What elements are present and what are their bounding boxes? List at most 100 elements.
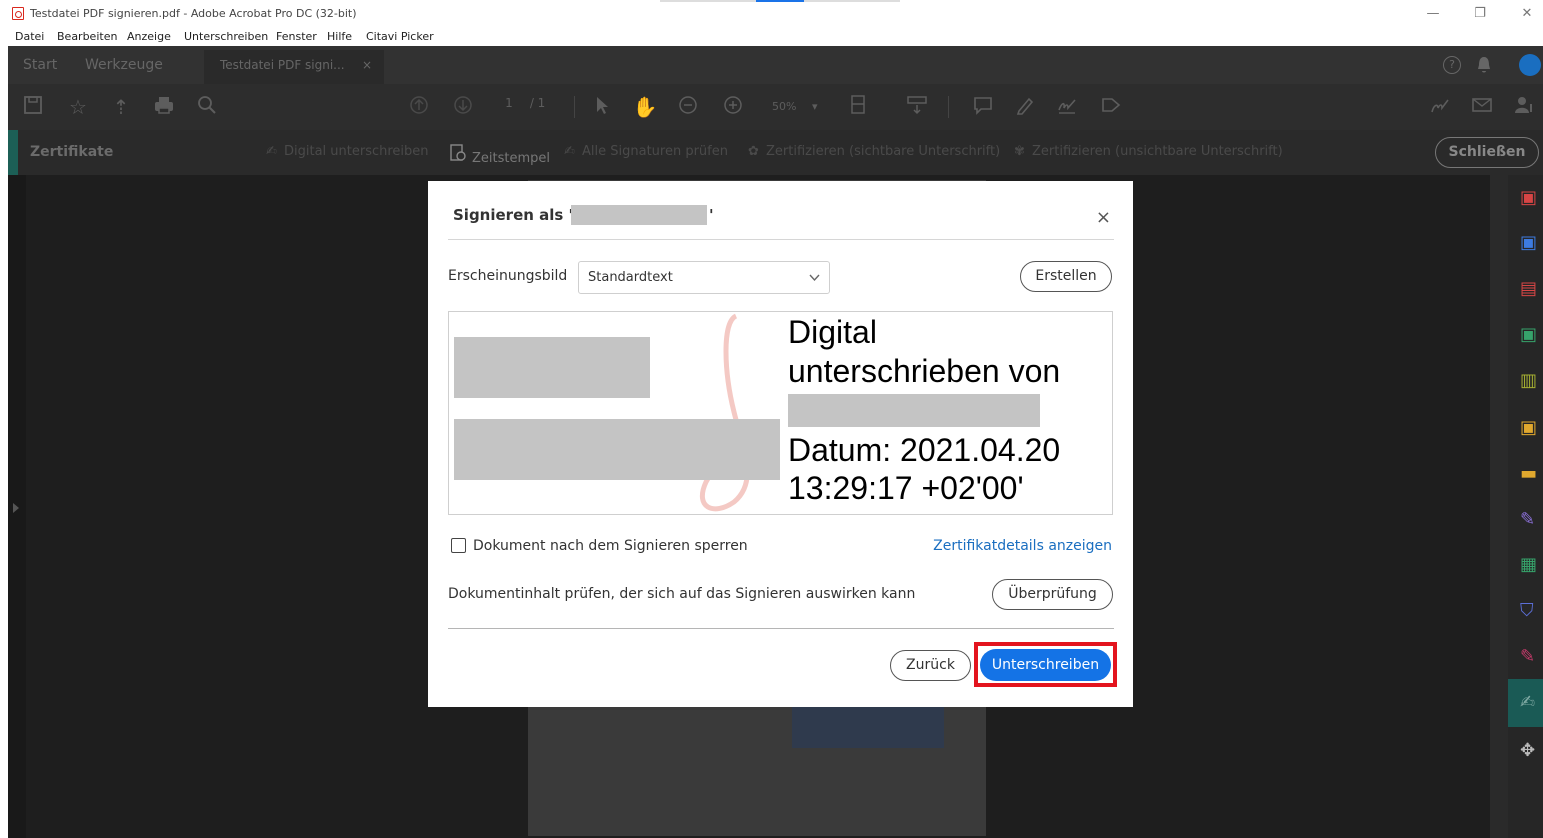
- preview-line-4: 13:29:17 +02'00': [788, 470, 1024, 506]
- share-users-icon[interactable]: [1426, 94, 1452, 120]
- upload-cloud-icon[interactable]: ⇡: [108, 94, 134, 120]
- page-indicator: 1 / 1: [498, 96, 545, 110]
- timestamp-icon: [450, 144, 468, 166]
- menu-bearbeiten[interactable]: Bearbeiten: [57, 30, 117, 43]
- more-tools-icon[interactable]: ✥: [1520, 740, 1542, 762]
- previous-page-icon[interactable]: [406, 94, 432, 120]
- redacted-signer-name: [571, 205, 707, 225]
- scan-ocr-icon[interactable]: ▥: [1520, 370, 1542, 392]
- menu-anzeige[interactable]: Anzeige: [127, 30, 171, 43]
- email-icon[interactable]: [1469, 94, 1495, 120]
- avatar[interactable]: [1519, 54, 1541, 76]
- redacted-signer-text: [788, 394, 1040, 427]
- edit-pdf-icon[interactable]: ▣: [1520, 417, 1542, 439]
- certify-visible-icon: ✿: [748, 144, 759, 159]
- sign-icon[interactable]: [1054, 94, 1080, 120]
- title-bar: Testdatei PDF signieren.pdf - Adobe Acro…: [0, 0, 1543, 28]
- menu-datei[interactable]: Datei: [15, 30, 44, 43]
- minimize-button[interactable]: —: [1418, 5, 1448, 23]
- certificates-label: Zertifikate: [30, 144, 114, 160]
- title-progress-indicator: [660, 0, 900, 2]
- digital-sign-button[interactable]: ✍ Digital unterschreiben: [266, 144, 429, 159]
- restore-button[interactable]: ❐: [1465, 5, 1495, 23]
- zoom-level-select[interactable]: 50% ▾: [766, 96, 828, 118]
- redacted-name-block: [454, 419, 780, 480]
- create-appearance-button[interactable]: Erstellen: [1020, 261, 1112, 292]
- expand-left-pane-icon[interactable]: [13, 503, 19, 513]
- window-title: Testdatei PDF signieren.pdf - Adobe Acro…: [30, 7, 357, 20]
- combine-files-icon[interactable]: ▣: [1520, 324, 1542, 346]
- menu-unterschreiben[interactable]: Unterschreiben: [184, 30, 268, 43]
- certify-visible-button[interactable]: ✿ Zertifizieren (sichtbare Unterschrift): [748, 144, 1000, 159]
- preview-line-3: Datum: 2021.04.20: [788, 432, 1061, 468]
- review-content-text: Dokumentinhalt prüfen, der sich auf das …: [448, 586, 916, 602]
- appearance-select[interactable]: Standardtext: [578, 261, 830, 294]
- zoom-in-icon[interactable]: [720, 94, 746, 120]
- menu-fenster[interactable]: Fenster: [276, 30, 317, 43]
- dialog-title: Signieren als ": [453, 206, 577, 224]
- back-button[interactable]: Zurück: [890, 650, 971, 681]
- protect-shield-icon[interactable]: ⛉: [1520, 600, 1542, 622]
- verify-signatures-icon: ✍: [564, 144, 575, 159]
- verify-all-signatures-button[interactable]: ✍ Alle Signaturen prüfen: [564, 144, 728, 159]
- scroll-mode-icon[interactable]: [904, 94, 930, 120]
- menu-citavi-picker[interactable]: Citavi Picker: [366, 30, 434, 43]
- close-toolbar-button[interactable]: Schließen: [1435, 137, 1539, 168]
- review-button[interactable]: Überprüfung: [992, 579, 1113, 610]
- dialog-title-suffix: ': [709, 206, 714, 224]
- sign-button-highlight: [974, 642, 1117, 687]
- hand-tool-icon[interactable]: ✋: [632, 94, 658, 120]
- certify-invisible-button[interactable]: ✾ Zertifizieren (unsichtbare Unterschrift…: [1014, 144, 1283, 159]
- help-icon[interactable]: ?: [1443, 56, 1461, 74]
- menu-hilfe[interactable]: Hilfe: [327, 30, 352, 43]
- fill-sign-icon[interactable]: ✎: [1520, 509, 1542, 531]
- certificates-panel-icon[interactable]: ✍: [1520, 692, 1542, 714]
- chevron-down-icon: ▾: [811, 100, 818, 113]
- redacted-name-block: [454, 337, 650, 398]
- zoom-level-value: 50%: [772, 100, 797, 113]
- vertical-scrollbar[interactable]: [1490, 175, 1508, 838]
- next-page-icon[interactable]: [450, 94, 476, 120]
- tab-werkzeuge[interactable]: Werkzeuge: [85, 46, 163, 84]
- add-user-icon[interactable]: [1512, 94, 1538, 120]
- print-production-icon[interactable]: ▦: [1520, 554, 1542, 576]
- preview-line-2: unterschrieben von: [788, 353, 1061, 389]
- tag-icon[interactable]: [1098, 94, 1124, 120]
- tab-bar: Start Werkzeuge Testdatei PDF signi... ×…: [8, 46, 1543, 84]
- highlight-pen-icon[interactable]: [1012, 94, 1038, 120]
- left-pane-collapsed[interactable]: [8, 175, 26, 838]
- save-icon[interactable]: [20, 94, 46, 120]
- print-icon[interactable]: [151, 94, 177, 120]
- toolbar-separator: [948, 96, 949, 118]
- select-cursor-icon[interactable]: [588, 94, 614, 120]
- toolbar-separator: [574, 96, 575, 118]
- page-current-input[interactable]: 1: [498, 96, 520, 110]
- tab-document[interactable]: Testdatei PDF signi... ×: [204, 50, 384, 84]
- tab-close-icon[interactable]: ×: [362, 50, 372, 80]
- zoom-out-icon[interactable]: [675, 94, 701, 120]
- star-icon[interactable]: ☆: [65, 94, 91, 120]
- appearance-label: Erscheinungsbild: [448, 268, 568, 284]
- organize-pages-icon[interactable]: ▤: [1520, 278, 1542, 300]
- page-total: / 1: [529, 96, 546, 110]
- search-zoom-icon[interactable]: [194, 94, 220, 120]
- acrobat-watermark-icon: [699, 313, 764, 512]
- tab-start[interactable]: Start: [23, 46, 57, 84]
- main-toolbar: ☆ ⇡ 1 / 1 ✋ 50% ▾: [8, 84, 1543, 130]
- timestamp-button[interactable]: Zeitstempel: [450, 144, 550, 166]
- toolbar-accent: [8, 130, 18, 175]
- comment-icon[interactable]: [970, 94, 996, 120]
- bell-icon[interactable]: [1477, 56, 1491, 74]
- comment-panel-icon[interactable]: ▬: [1520, 463, 1542, 485]
- dialog-close-icon[interactable]: ×: [1096, 207, 1111, 228]
- appearance-value: Standardtext: [588, 270, 673, 285]
- create-pdf-icon[interactable]: ▣: [1520, 187, 1542, 209]
- send-for-signature-icon[interactable]: ✎: [1520, 646, 1542, 668]
- close-window-button[interactable]: ✕: [1512, 5, 1542, 23]
- tab-document-label: Testdatei PDF signi...: [220, 58, 345, 72]
- certify-invisible-icon: ✾: [1014, 144, 1025, 159]
- export-pdf-icon[interactable]: ▣: [1520, 232, 1542, 254]
- lock-document-checkbox[interactable]: [451, 538, 466, 553]
- page-fit-icon[interactable]: [846, 94, 872, 120]
- certificate-details-link[interactable]: Zertifikatdetails anzeigen: [933, 538, 1112, 554]
